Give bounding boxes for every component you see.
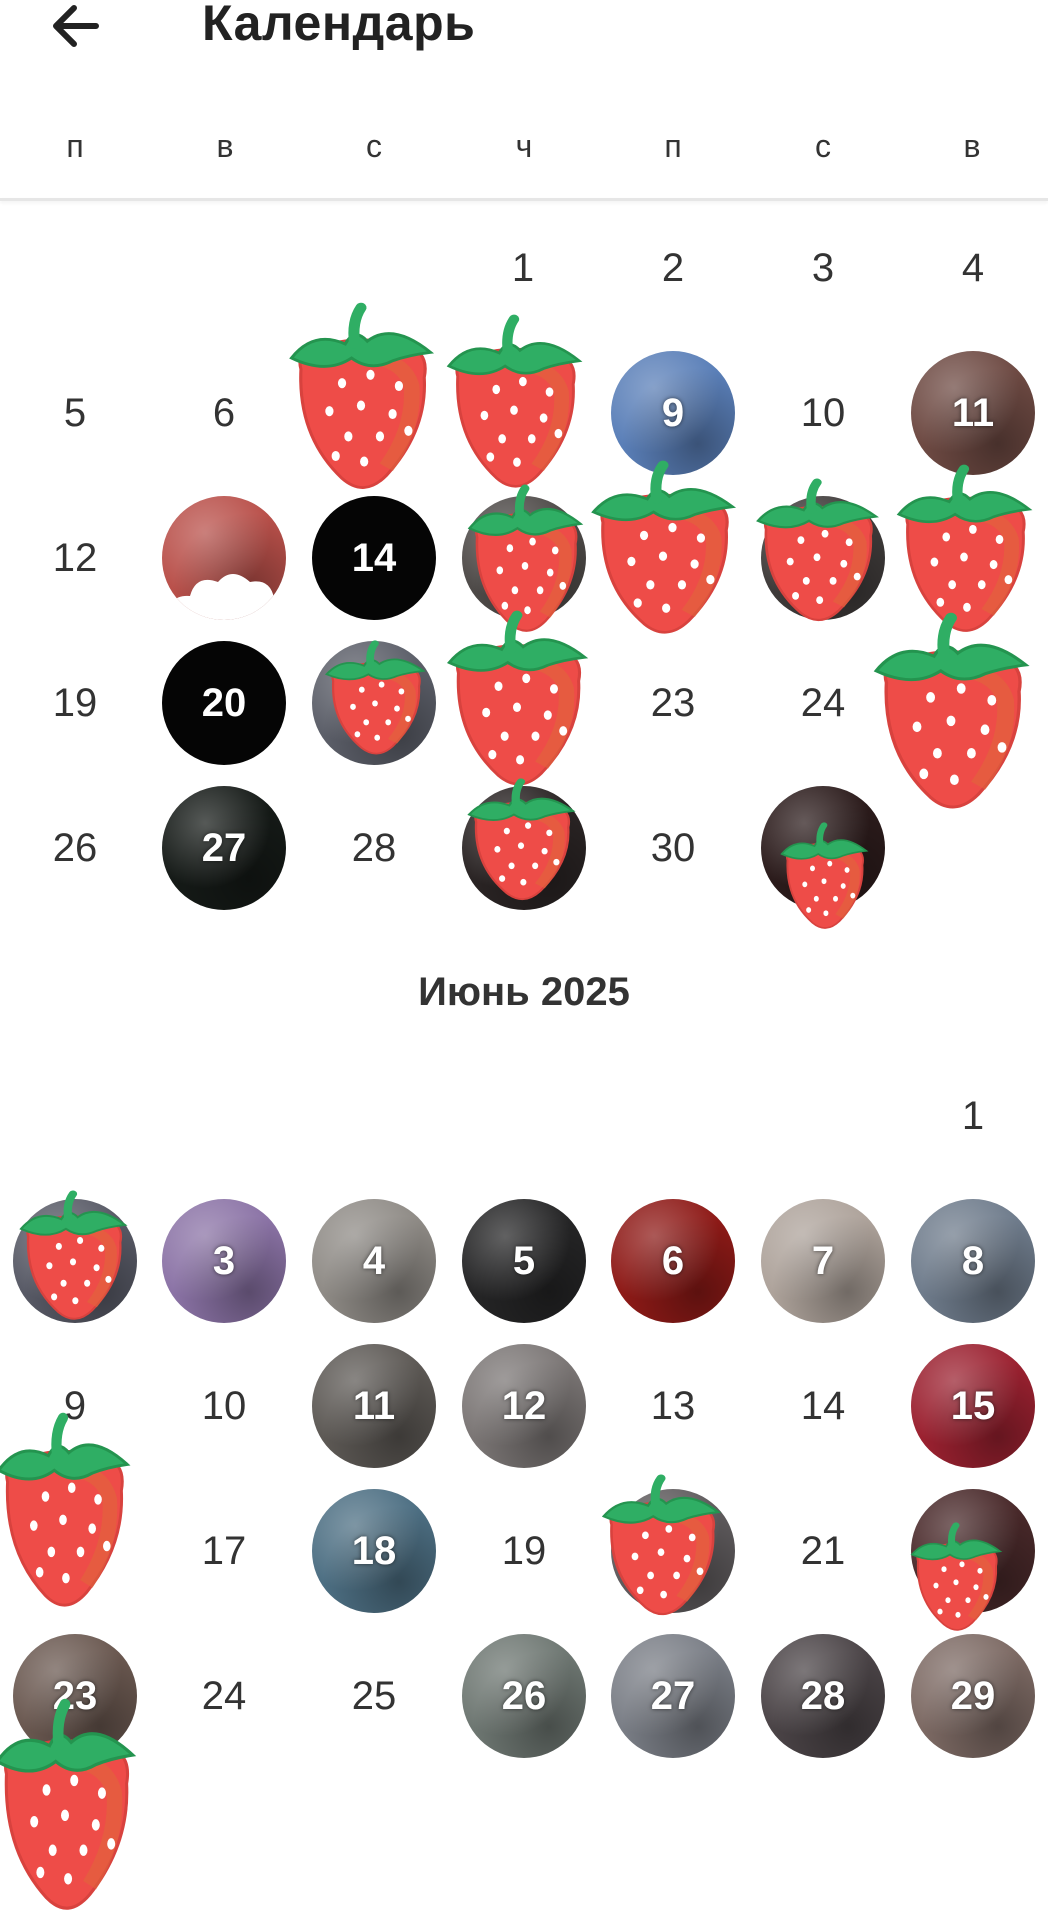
day-cell[interactable]: 12 bbox=[13, 496, 137, 620]
day-cell[interactable] bbox=[761, 786, 885, 910]
weekday-row: п в с ч п с в bbox=[0, 128, 1048, 178]
weekday-fri: п bbox=[664, 128, 682, 164]
day-cell[interactable]: 3 bbox=[162, 1199, 286, 1323]
day-cell[interactable]: 5 bbox=[13, 351, 137, 475]
strawberry-icon bbox=[440, 610, 594, 794]
day-cell[interactable]: 27 bbox=[162, 786, 286, 910]
page-title: Календарь bbox=[202, 0, 476, 51]
day-cell[interactable]: 8 bbox=[911, 1199, 1035, 1323]
weekday-sat: с bbox=[815, 128, 831, 164]
day-cell[interactable]: 28 bbox=[312, 786, 436, 910]
month-title: Июнь 2025 bbox=[418, 970, 630, 1014]
day-cell[interactable]: 30 bbox=[611, 786, 735, 910]
day-cell[interactable] bbox=[462, 496, 586, 620]
day-cell[interactable]: 19 bbox=[462, 1489, 586, 1613]
weekday-tue: в bbox=[216, 128, 234, 164]
day-cell[interactable] bbox=[162, 496, 286, 620]
app-header: Календарь bbox=[0, 0, 1048, 60]
day-cell[interactable]: 24 bbox=[761, 641, 885, 765]
day-cell[interactable]: 11 bbox=[911, 351, 1035, 475]
header-divider bbox=[0, 198, 1048, 201]
day-cell[interactable]: 4 bbox=[911, 206, 1035, 330]
day-cell[interactable]: 5 bbox=[462, 1199, 586, 1323]
day-cell[interactable]: 18 bbox=[312, 1489, 436, 1613]
day-cell[interactable]: 3 bbox=[761, 206, 885, 330]
day-cell[interactable]: 12 bbox=[462, 1344, 586, 1468]
strawberry-icon bbox=[440, 314, 588, 496]
day-cell[interactable]: 14 bbox=[761, 1344, 885, 1468]
day-cell[interactable]: 27 bbox=[611, 1634, 735, 1758]
day-cell[interactable]: 21 bbox=[761, 1489, 885, 1613]
day-cell[interactable]: 23 bbox=[13, 1634, 137, 1758]
day-cell[interactable]: 26 bbox=[13, 786, 137, 910]
day-cell[interactable]: 26 bbox=[462, 1634, 586, 1758]
day-cell[interactable]: 7 bbox=[761, 1199, 885, 1323]
weekday-sun: в bbox=[963, 128, 981, 164]
day-cell[interactable] bbox=[462, 786, 586, 910]
day-cell[interactable]: 1 bbox=[461, 206, 585, 330]
day-cell[interactable]: 2 bbox=[611, 206, 735, 330]
weekday-wed: с bbox=[366, 128, 382, 164]
arrow-left-icon bbox=[53, 5, 99, 47]
day-cell[interactable]: 25 bbox=[312, 1634, 436, 1758]
day-cell[interactable]: 14 bbox=[312, 496, 436, 620]
day-cell[interactable] bbox=[312, 641, 436, 765]
day-cell[interactable]: 10 bbox=[761, 351, 885, 475]
weekday-thu: ч bbox=[515, 128, 533, 164]
day-cell[interactable]: 28 bbox=[761, 1634, 885, 1758]
day-cell[interactable]: 29 bbox=[911, 1634, 1035, 1758]
weekday-mon: п bbox=[66, 128, 84, 164]
day-cell[interactable]: 9 bbox=[13, 1344, 137, 1468]
day-cell[interactable]: 17 bbox=[162, 1489, 286, 1613]
back-button[interactable] bbox=[48, 2, 108, 50]
day-cell[interactable]: 23 bbox=[611, 641, 735, 765]
day-cell[interactable]: 9 bbox=[611, 351, 735, 475]
strawberry-icon bbox=[584, 460, 742, 642]
day-cell[interactable] bbox=[611, 1489, 735, 1613]
day-cell[interactable] bbox=[911, 1489, 1035, 1613]
day-cell[interactable]: 20 bbox=[162, 641, 286, 765]
day-cell[interactable]: 6 bbox=[611, 1199, 735, 1323]
day-cell[interactable] bbox=[13, 1199, 137, 1323]
strawberry-icon bbox=[890, 464, 1038, 640]
strawberry-icon bbox=[866, 612, 1036, 818]
day-cell[interactable]: 13 bbox=[611, 1344, 735, 1468]
day-cell[interactable]: 6 bbox=[162, 351, 286, 475]
day-cell[interactable] bbox=[761, 496, 885, 620]
cloud-sticker bbox=[166, 574, 283, 620]
day-cell[interactable]: 15 bbox=[911, 1344, 1035, 1468]
strawberry-icon bbox=[282, 302, 440, 498]
day-cell[interactable]: 24 bbox=[162, 1634, 286, 1758]
day-cell[interactable]: 1 bbox=[911, 1054, 1035, 1178]
day-cell[interactable]: 10 bbox=[162, 1344, 286, 1468]
day-cell[interactable]: 19 bbox=[13, 641, 137, 765]
day-cell[interactable]: 11 bbox=[312, 1344, 436, 1468]
day-cell[interactable]: 4 bbox=[312, 1199, 436, 1323]
